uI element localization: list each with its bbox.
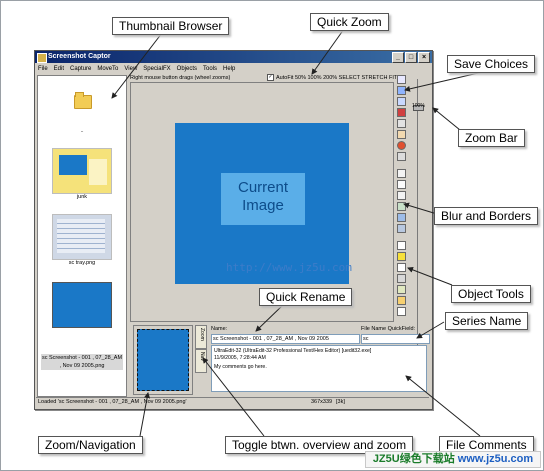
callout-quick-zoom: Quick Zoom (310, 13, 389, 31)
zoom-navigation-pane[interactable] (133, 325, 193, 395)
thumbnail-label: sc tray.png (68, 260, 96, 266)
close-button[interactable]: × (418, 52, 430, 63)
window-title: Screenshot Captor (48, 53, 111, 60)
box-icon[interactable] (397, 274, 406, 283)
pointer-icon[interactable] (397, 241, 406, 250)
menu-bar: File Edit Capture MoveTo View SpecialFX … (35, 64, 432, 74)
zoom-percent: 100% (412, 103, 425, 109)
text-icon[interactable] (397, 252, 406, 261)
watermark-url: http://www.jz5u.com (226, 261, 352, 274)
redo-icon[interactable] (397, 130, 406, 139)
menu-tools[interactable]: Tools (200, 64, 220, 74)
shadow-icon[interactable] (397, 191, 406, 200)
callout-series-name: Series Name (445, 312, 529, 330)
selected-thumbnail-label: sc Screenshot - 001 , 07_28_AM , Nov 09 … (41, 354, 123, 370)
minimize-button[interactable]: _ (392, 52, 404, 63)
status-dimensions: 367x339 (311, 399, 333, 405)
arrow-icon[interactable] (397, 263, 406, 272)
title-bar: Screenshot Captor _ □ × (35, 51, 432, 63)
status-loaded: Loaded 'sc Screenshot - 001 , 07_28_AM ,… (38, 399, 187, 405)
frame-icon[interactable] (397, 224, 406, 233)
app-icon (37, 53, 47, 63)
maximize-button[interactable]: □ (405, 52, 417, 63)
highlight-icon[interactable] (397, 285, 406, 294)
effect-icon[interactable] (397, 213, 406, 222)
window-controls: _ □ × (392, 52, 430, 63)
thumbnail-selected[interactable] (52, 282, 112, 328)
current-image: Current Image (175, 123, 349, 284)
print-icon[interactable] (397, 108, 406, 117)
overview-zoom-tabs: Zoom Nav (195, 325, 207, 375)
name-label: Name: (211, 326, 228, 332)
status-size: [3k] (336, 399, 345, 405)
save-icon[interactable] (397, 86, 406, 95)
quickfield-label: File Name QuickField: (361, 326, 416, 332)
quick-zoom-bar[interactable]: ✓ AutoFit 50% 100% 200% SELECT STRETCH F… (267, 74, 397, 81)
image-viewer[interactable]: Current Image (130, 82, 394, 322)
thumbnail-junk[interactable] (52, 148, 112, 194)
zoom-track (417, 79, 418, 369)
status-bar: Loaded 'sc Screenshot - 001 , 07_28_AM ,… (36, 397, 429, 407)
blur-icon[interactable] (397, 169, 406, 178)
thumbnail-browser[interactable]: .. junk sc tray.png sc Screenshot - 001 … (37, 75, 127, 397)
brand-site: www.jz5u.com (457, 453, 534, 465)
menu-capture[interactable]: Capture (67, 64, 94, 74)
drag-hint: Right mouse button drags (wheel zooms) (130, 75, 231, 81)
callout-save-choices: Save Choices (447, 55, 536, 73)
current-image-label: Current Image (221, 173, 305, 225)
quick-rename-field[interactable]: sc Screenshot - 001 , 07_28_AM , Nov 09 … (211, 334, 360, 344)
brand-footer: JZ5U绿色下载站 www.jz5u.com (365, 451, 541, 468)
menu-specialfx[interactable]: SpecialFX (140, 64, 173, 74)
thumbnail-preview (57, 219, 105, 253)
series-name-field[interactable]: sc (361, 334, 430, 344)
menu-moveto[interactable]: MoveTo (94, 64, 121, 74)
thumbnail-preview-note (89, 159, 107, 185)
tab-nav-label: Nav (199, 352, 205, 361)
callout-object-tools: Object Tools (451, 285, 531, 303)
callout-zoom-bar: Zoom Bar (458, 129, 525, 147)
thumbnail-sc-tray[interactable] (52, 214, 112, 260)
tab-zoom[interactable]: Zoom (195, 325, 207, 349)
menu-help[interactable]: Help (220, 64, 238, 74)
image-icon[interactable] (397, 296, 406, 305)
autofit-checkbox[interactable]: ✓ (267, 74, 274, 81)
callout-thumbnail-browser: Thumbnail Browser (112, 17, 230, 35)
callout-quick-rename: Quick Rename (259, 288, 353, 306)
app-window: Screenshot Captor _ □ × File Edit Captur… (34, 50, 433, 410)
color-icon[interactable] (397, 141, 406, 150)
stamp-icon[interactable] (397, 307, 406, 316)
border-icon[interactable] (397, 180, 406, 189)
tool-icon[interactable] (397, 75, 406, 84)
menu-objects[interactable]: Objects (174, 64, 200, 74)
menu-edit[interactable]: Edit (51, 64, 67, 74)
sharpen-icon[interactable] (397, 202, 406, 211)
navigation-preview[interactable] (137, 329, 189, 391)
save-as-icon[interactable] (397, 97, 406, 106)
brand-name: JZ5U绿色下载站 (372, 453, 455, 465)
comment-line: My comments go here. (214, 364, 267, 370)
file-comments-box[interactable]: UltraEdit-32 (UltraEdit-32 Professional … (211, 345, 427, 392)
callout-blur-borders: Blur and Borders (434, 207, 539, 225)
folder-icon (74, 92, 92, 109)
menu-file[interactable]: File (35, 64, 51, 74)
thumbnail-label: .. (80, 128, 84, 134)
tab-nav[interactable]: Nav (195, 349, 207, 373)
menu-view[interactable]: View (121, 64, 140, 74)
thumbnail-preview (59, 155, 87, 175)
thumbnail-parent-folder[interactable] (52, 82, 110, 126)
quick-zoom-options[interactable]: AutoFit 50% 100% 200% SELECT STRETCH FIT (276, 75, 397, 81)
crop-icon[interactable] (397, 152, 406, 161)
comment-line: 11/9/2005, 7:28:44 AM (214, 354, 266, 361)
callout-zoom-navigation: Zoom/Navigation (38, 436, 143, 454)
tab-zoom-label: Zoom (199, 328, 205, 341)
thumbnail-label: junk (76, 194, 88, 200)
undo-icon[interactable] (397, 119, 406, 128)
